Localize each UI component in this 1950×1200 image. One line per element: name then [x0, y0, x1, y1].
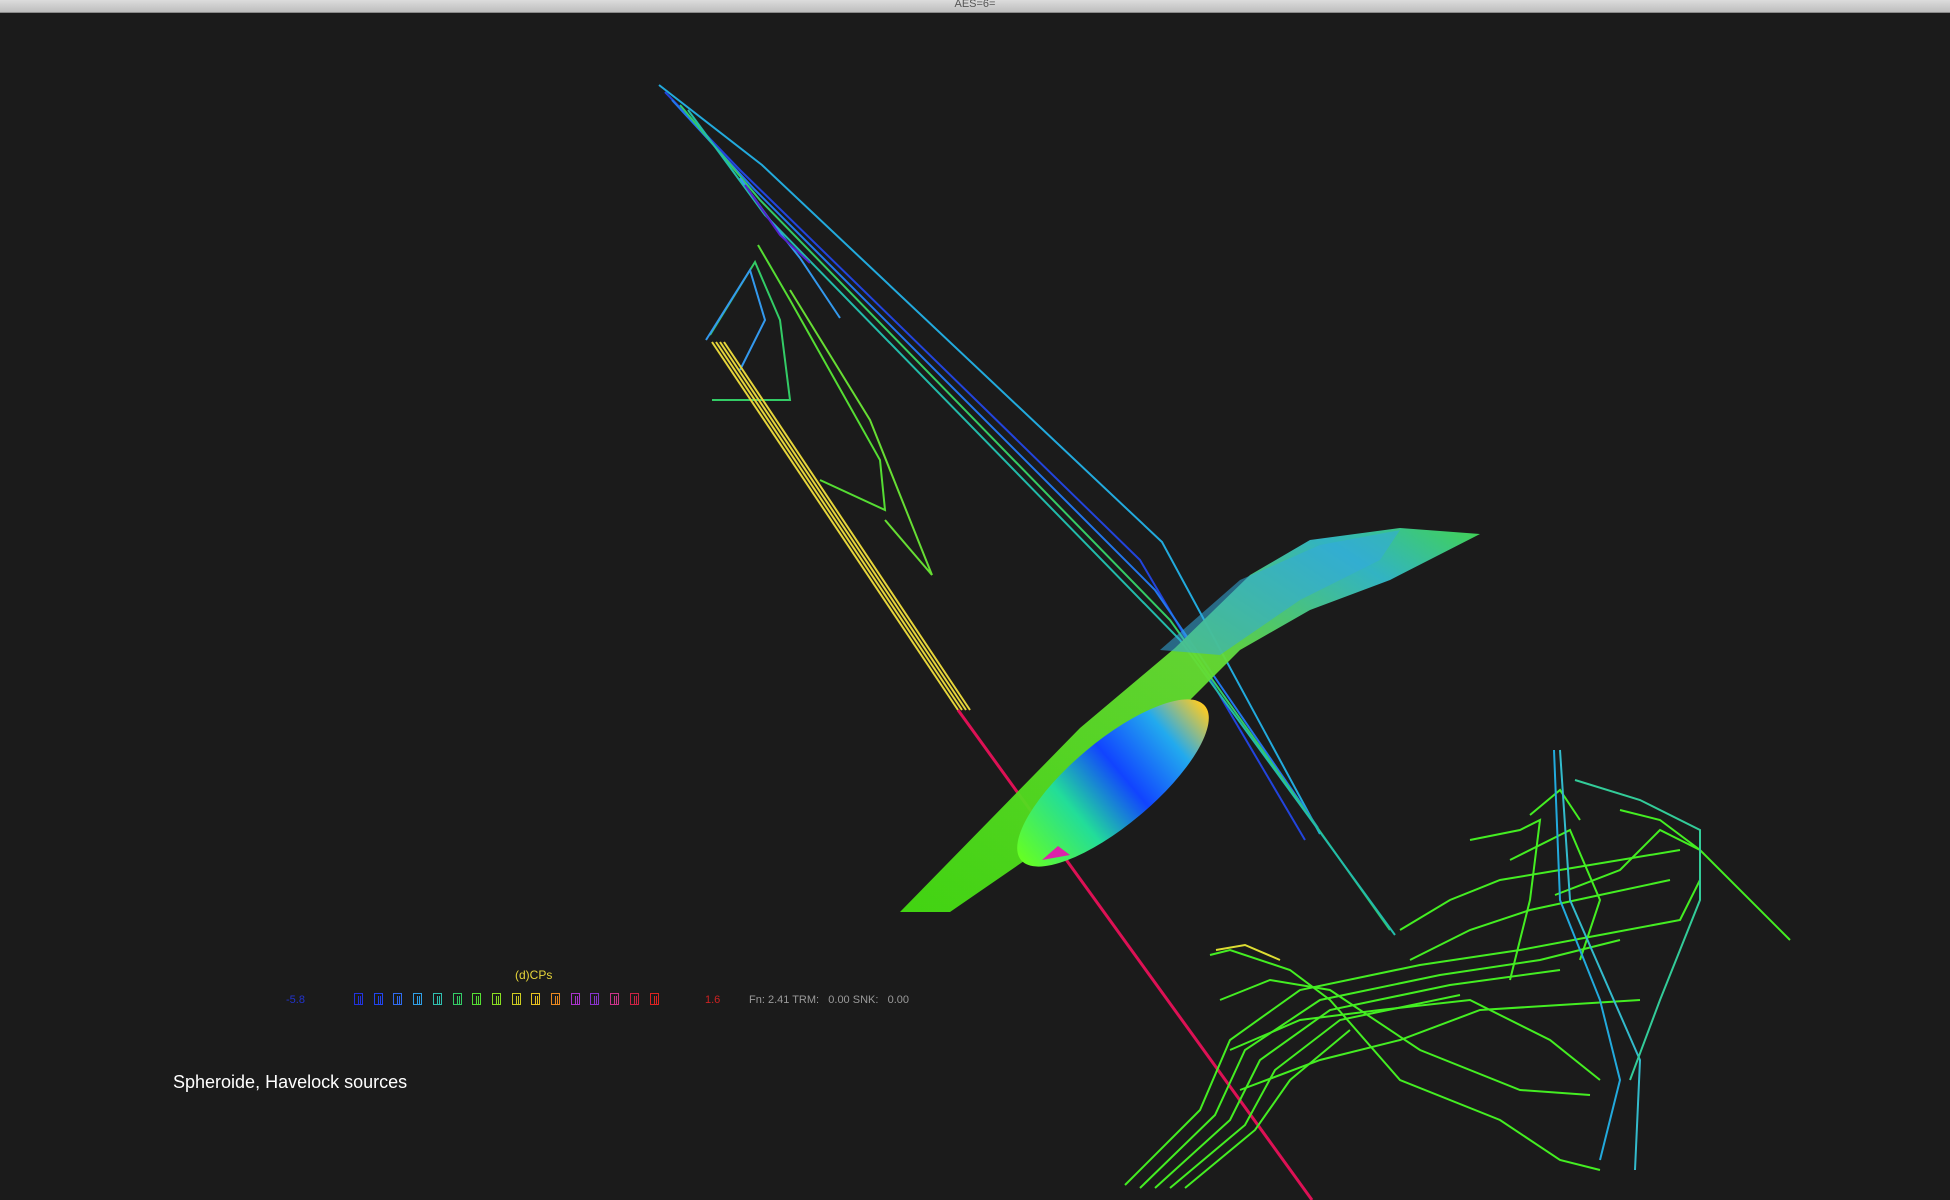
status-readout: Fn: 2.41 TRM: 0.00 SNK: 0.00 — [749, 994, 909, 1006]
color-scale-swatch — [354, 993, 363, 1005]
window-title: AES=6= — [954, 0, 996, 10]
color-scale-swatch — [590, 993, 600, 1005]
legend-title: (d)CPs — [515, 968, 553, 982]
color-scale-swatch — [610, 993, 620, 1005]
color-scale-swatch — [531, 993, 541, 1005]
wave-mesh-group — [1124, 788, 1791, 1189]
color-scale-swatch — [491, 993, 501, 1005]
color-scale-swatch — [511, 993, 521, 1005]
color-scale-swatch — [393, 993, 403, 1005]
color-scale-swatch — [373, 993, 383, 1005]
color-scale-swatch — [432, 993, 442, 1005]
color-scale-swatch — [452, 993, 462, 1005]
legend-max-value: 1.6 — [705, 994, 721, 1006]
3d-viewport[interactable] — [0, 12, 1950, 1200]
legend-min-value: -5.8 — [286, 994, 305, 1006]
scene-caption: Spheroide, Havelock sources — [173, 1072, 408, 1092]
color-scale-swatch — [472, 993, 482, 1005]
color-scale-swatch — [570, 993, 580, 1005]
color-scale-swatch — [551, 993, 560, 1005]
color-scale-swatch — [649, 993, 659, 1005]
color-scale-swatch — [629, 993, 639, 1005]
wake-line-group — [711, 341, 971, 711]
color-scale-swatch — [413, 993, 423, 1005]
